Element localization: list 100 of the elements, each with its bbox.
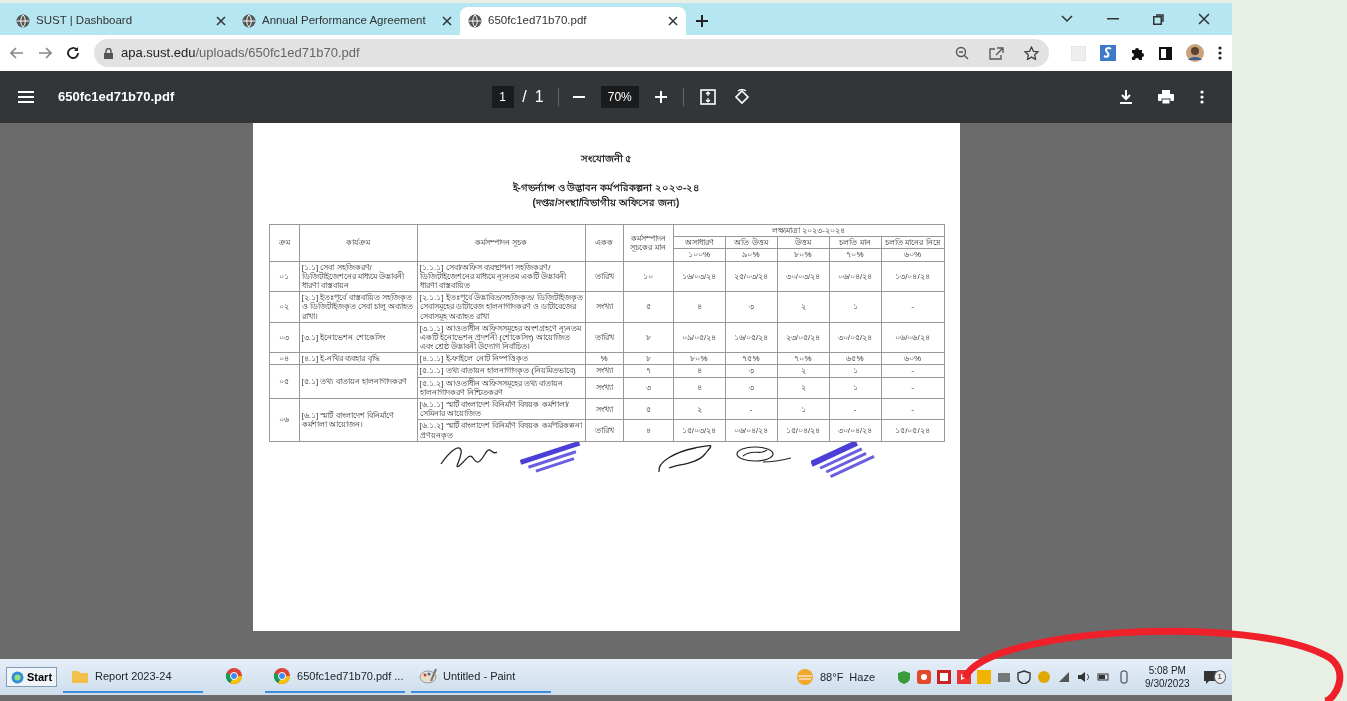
fit-page-icon[interactable] <box>699 89 716 105</box>
table-cell: ৮০% <box>777 248 829 262</box>
speaker-icon[interactable] <box>1077 670 1092 684</box>
table-cell: ৩০/০৪/২৪ <box>829 419 881 442</box>
taskbar-button[interactable]: 650fc1ed71b70.pdf ... <box>265 661 406 693</box>
print-icon[interactable] <box>1158 90 1174 104</box>
table-cell: [৩.১] ইনোভেশন শোকেসিং <box>299 322 417 353</box>
document-title: ই-গভর্ন্যান্স ও উদ্ভাবন কর্মপরিকল্পনা ২০২৩-২৪ <box>511 180 701 195</box>
table-cell: ৩০/০৫/২৪ <box>829 322 881 353</box>
table-cell: ৬০% <box>881 248 944 262</box>
browser-tab[interactable]: Annual Performance Agreement <box>234 7 460 35</box>
shield-icon[interactable] <box>1017 670 1032 684</box>
table-cell: ৩ <box>725 291 777 323</box>
close-icon[interactable] <box>668 16 678 26</box>
taskbar-button[interactable]: Untitled - Paint <box>411 661 552 693</box>
table-cell: অসাধারণ <box>673 236 725 249</box>
table-cell: [৩.১.১] আওতাধীন অফিসসমূহের অংশগ্রহণে ন্যূনতম একটি ইনোভেশন প্রদর্শনী (শোকেসিং) আয়োজিত এবং শ্রেষ্ঠ উদ্ভাবনী উদ্যোগ নির্বাচিত। <box>417 322 585 353</box>
puzzle-icon[interactable] <box>1130 45 1145 61</box>
table-cell: ০৬/০৪/২৪ <box>725 419 777 442</box>
browser-tab[interactable]: SUST | Dashboard <box>8 7 234 35</box>
table-cell: কার্যক্রম <box>299 224 417 262</box>
share-icon[interactable] <box>989 46 1004 60</box>
table-cell: ৯০% <box>725 248 777 262</box>
table-cell: % <box>585 352 623 365</box>
table-cell: ১৫/০৩/২৪ <box>673 419 725 442</box>
table-cell: ১ <box>829 291 881 323</box>
table-cell: ১৩/০৪/২৪ <box>881 261 944 292</box>
table-cell: ৪ <box>673 377 725 399</box>
table-cell: ৮ <box>623 352 673 365</box>
browser-tab[interactable]: 650fc1ed71b70.pdf <box>460 7 686 35</box>
table-cell: সংখ্যা <box>585 377 623 399</box>
table-cell: ১ <box>829 377 881 399</box>
table-cell: ২৫/০৩/২৪ <box>725 261 777 292</box>
table-cell: সংখ্যা <box>585 398 623 420</box>
close-icon[interactable] <box>216 16 226 26</box>
close-icon[interactable] <box>1198 13 1210 25</box>
forward-icon[interactable] <box>38 47 52 59</box>
table-cell: লক্ষ্যমাত্রা ২০২৩-২০২৪ <box>673 224 944 237</box>
download-icon[interactable] <box>1120 90 1132 104</box>
page-separator: / <box>522 87 527 107</box>
clock-time[interactable]: 5:08 PM <box>1148 664 1186 677</box>
browser-icon[interactable] <box>225 667 244 685</box>
more-icon[interactable] <box>1218 46 1222 60</box>
temperature-text: 88°F <box>820 669 844 685</box>
side-panel-icon[interactable] <box>1159 46 1172 60</box>
minimize-icon[interactable] <box>1107 18 1119 20</box>
menu-icon[interactable] <box>18 91 34 103</box>
table-cell: ২ <box>777 364 829 378</box>
zoom-in-icon[interactable] <box>654 91 667 103</box>
table-cell: [৫.১.২] আওতাধীন অফিসসমূহের তথ্য বাতায়ন হালনাগাদকরণ নিশ্চিতকরণ <box>417 377 585 399</box>
table-cell: ০৪ <box>269 352 299 365</box>
extension-icon[interactable] <box>1100 45 1116 61</box>
table-cell: ০৫ <box>269 364 299 399</box>
reload-icon[interactable] <box>66 46 80 60</box>
table-cell: ৪ <box>673 291 725 323</box>
app-icon[interactable] <box>997 670 1012 684</box>
table-cell: ৫ <box>623 398 673 420</box>
table-cell: [৬.১] স্মার্ট বাংলাদেশ বিনির্মাণে কর্মশালা আয়োজন। <box>299 398 417 442</box>
notification-icon[interactable] <box>1203 671 1218 684</box>
table-cell: [৫.১] তথ্য বাতায়ন হালনাগাদকরণ <box>299 364 417 399</box>
table-cell: ১৬/০৩/২৪ <box>673 261 725 292</box>
table-cell: [২.১] ইতঃপূর্বে বাস্তবায়িত সহজিকৃত ও ডিজিটাইজকৃত সেবা চালু অব্যাহত রাখা। <box>299 291 417 323</box>
page-number-field[interactable]: 1 <box>492 86 515 108</box>
restore-icon[interactable] <box>1153 13 1164 25</box>
chevron-down-icon[interactable] <box>1061 15 1073 23</box>
globe-icon <box>468 14 482 28</box>
back-icon[interactable] <box>10 47 24 59</box>
rotate-icon[interactable] <box>733 89 750 105</box>
zoom-icon[interactable] <box>955 46 969 60</box>
table-cell: ১৫/০৪/২৪ <box>777 419 829 442</box>
table-cell: ৩ <box>623 377 673 399</box>
table-cell: ১৫/০৫/২৪ <box>881 419 944 442</box>
annex-heading: সংযোজনী ৫ <box>579 151 633 166</box>
close-icon[interactable] <box>442 16 452 26</box>
palette-icon <box>419 667 438 685</box>
table-cell: - <box>725 398 777 420</box>
app-icon[interactable] <box>917 670 932 684</box>
app-icon[interactable] <box>937 670 952 684</box>
table-cell: [২.১.১] ইতঃপূর্বে উদ্ভাবিত/সহজিকৃত/ ডিজিটাইজকৃত সেবাসমূহের ডাটাবেজ হালনাগাদকরণ ও ডাটাবেজের সেবাসমূহ অব্যাহত রাখা <box>417 291 585 323</box>
start-button[interactable]: Start <box>6 666 58 688</box>
taskbar-button[interactable]: Report 2023-24 <box>63 661 204 693</box>
table-cell: - <box>829 398 881 420</box>
zoom-field[interactable]: 70% <box>600 86 639 108</box>
new-tab-icon[interactable] <box>696 15 708 27</box>
table-cell: ১ <box>777 398 829 420</box>
table-cell: তারিখ <box>585 322 623 353</box>
page-count: 1 <box>534 87 544 107</box>
table-cell: [৪.১.১] ই-ফাইলে নোট নিষ্পত্তিকৃত <box>417 352 585 365</box>
table-cell: চলতি মান <box>829 236 881 249</box>
more-icon[interactable] <box>1200 90 1204 104</box>
table-cell: ২ <box>673 398 725 420</box>
url-text[interactable]: apa.sust.edu/uploads/650fc1ed71b70.pdf <box>121 43 360 63</box>
star-icon[interactable] <box>1024 46 1039 60</box>
table-cell: ২ <box>777 291 829 323</box>
table-cell: ২৩/০৫/২৪ <box>777 322 829 353</box>
table-cell: [৬.১.২] স্মার্ট বাংলাদেশ বিনির্মাণ বিষয়ক কর্মপরিকল্পনা প্রণয়নকৃত <box>417 419 585 442</box>
battery-icon[interactable] <box>1097 670 1112 684</box>
avatar-icon[interactable] <box>1186 44 1204 62</box>
browser-icon <box>273 667 292 685</box>
clock-date[interactable]: 9/30/2023 <box>1145 677 1190 690</box>
